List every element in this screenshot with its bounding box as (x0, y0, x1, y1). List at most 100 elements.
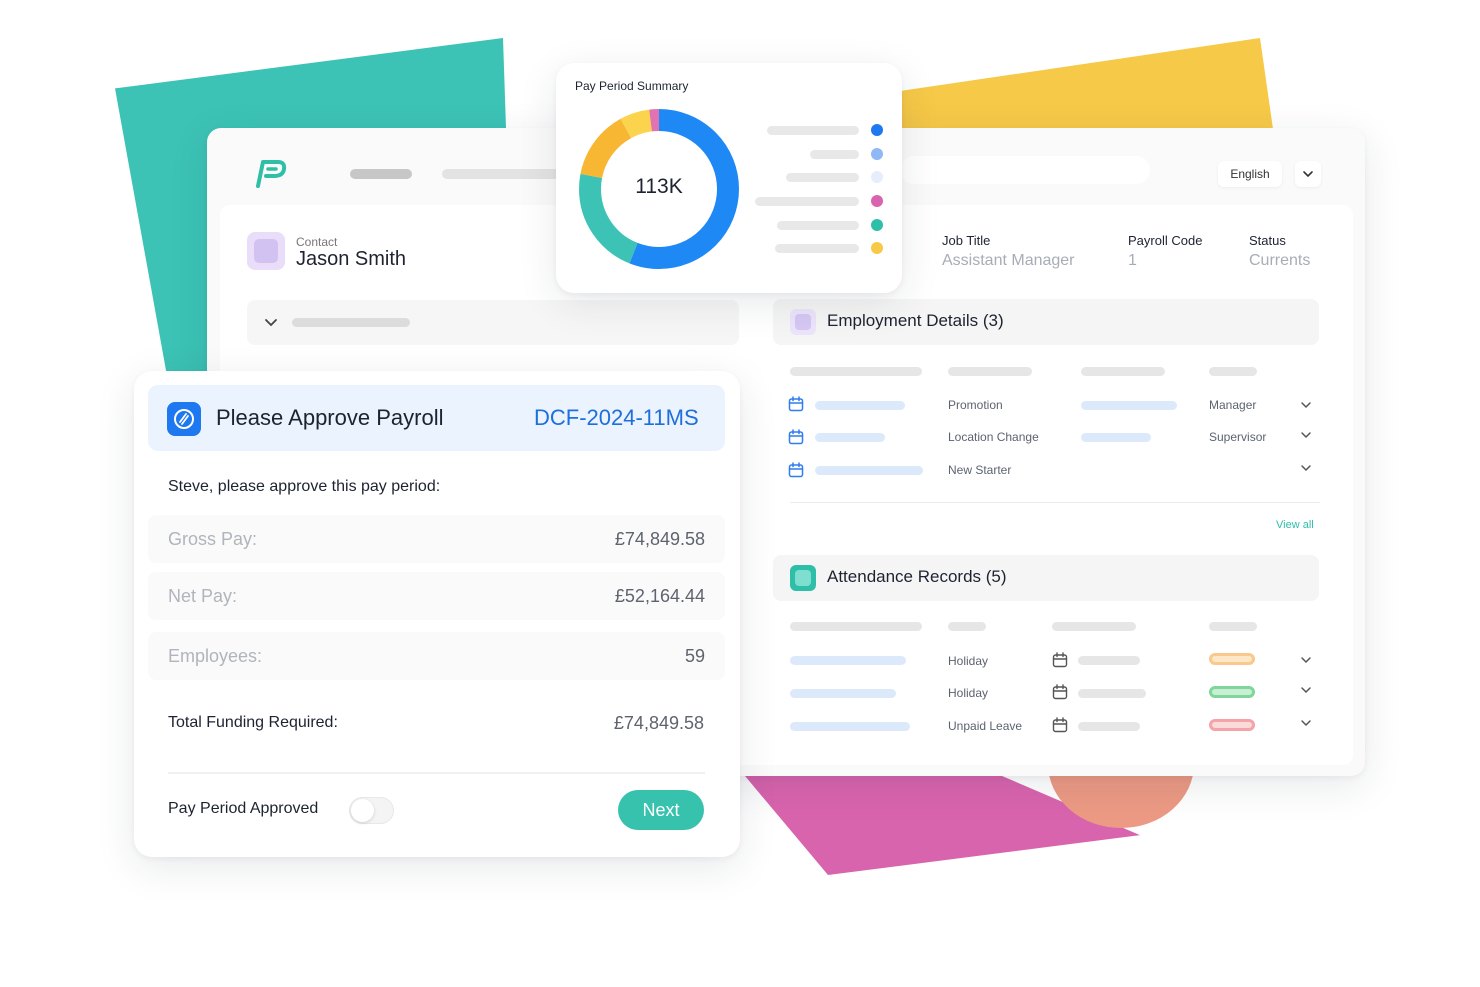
gross-pay-row: Gross Pay: £74,849.58 (148, 515, 725, 563)
payroll-code-label: Payroll Code (1128, 233, 1203, 248)
job-title-value: Assistant Manager (942, 252, 1075, 269)
pay-period-approved-label: Pay Period Approved (168, 800, 319, 817)
payroll-code-value: 1 (1128, 252, 1137, 269)
legend-dot (871, 195, 883, 207)
legend-dot (871, 242, 883, 254)
summary-title: Pay Period Summary (575, 79, 689, 93)
attendance-type: Unpaid Leave (948, 719, 1023, 733)
payroll-logo-icon (256, 160, 287, 188)
legend-dot (871, 171, 883, 183)
calendar-icon (788, 462, 804, 478)
calendar-icon (788, 396, 804, 412)
attendance-type: Holiday (948, 686, 989, 700)
chevron-down-icon[interactable] (1299, 716, 1313, 730)
text-placeholder (292, 318, 410, 327)
approve-title: Please Approve Payroll (216, 405, 444, 430)
calendar-icon (1052, 717, 1068, 733)
date-placeholder (1078, 656, 1140, 665)
job-title-label: Job Title (942, 233, 991, 248)
employees-row: Employees: 59 (148, 632, 725, 680)
attendance-icon (790, 565, 816, 591)
nav-placeholder[interactable] (442, 169, 562, 179)
legend-placeholder (767, 126, 859, 135)
divider (790, 502, 1320, 503)
date-placeholder (1078, 722, 1140, 731)
column-header-placeholder (1052, 622, 1136, 631)
employment-icon (790, 309, 816, 335)
status-value: Currents (1249, 252, 1311, 269)
employment-type: Location Change (948, 430, 1039, 444)
date-placeholder (815, 466, 923, 475)
chevron-down-icon[interactable] (1299, 398, 1313, 412)
date-placeholder (815, 401, 905, 410)
chevron-down-icon (1303, 171, 1313, 178)
legend-placeholder (755, 197, 859, 206)
employee-placeholder (790, 656, 906, 665)
employment-type: New Starter (948, 463, 1012, 477)
contact-label: Contact (296, 235, 338, 249)
date-placeholder (815, 433, 885, 442)
legend-placeholder (775, 244, 859, 253)
chevron-down-icon[interactable] (1299, 461, 1313, 475)
column-header-placeholder (790, 622, 922, 631)
gross-pay-label: Gross Pay: (168, 529, 258, 549)
status-badge (1209, 653, 1255, 665)
payroll-icon (167, 402, 201, 436)
view-all-link[interactable]: View all (1276, 519, 1314, 531)
collapsible-section[interactable] (247, 300, 739, 345)
column-header-placeholder (948, 367, 1032, 376)
total-funding-label: Total Funding Required: (168, 714, 338, 731)
employees-value: 59 (684, 646, 705, 666)
chevron-down-icon (265, 319, 277, 327)
divider (168, 772, 705, 774)
attendance-records-title: Attendance Records (5) (827, 567, 1007, 586)
legend-placeholder (786, 173, 859, 182)
legend-placeholder (777, 221, 859, 230)
summary-total-value: 113K (635, 175, 683, 198)
attendance-records-header[interactable]: Attendance Records (5) (773, 555, 1319, 601)
pay-period-approved-toggle[interactable] (349, 797, 394, 824)
employees-label: Employees: (168, 646, 263, 666)
coin-icon (174, 409, 194, 429)
legend-dot (871, 219, 883, 231)
contact-name: Jason Smith (296, 248, 407, 270)
value-placeholder (1081, 433, 1151, 442)
column-header-placeholder (1209, 367, 1257, 376)
date-placeholder (1078, 689, 1146, 698)
employee-placeholder (790, 689, 896, 698)
language-dropdown-button[interactable] (1295, 161, 1321, 187)
column-header-placeholder (790, 367, 922, 376)
column-header-placeholder (1081, 367, 1165, 376)
legend-dot (871, 148, 883, 160)
employment-role: Manager (1209, 398, 1257, 412)
total-funding-value: £74,849.58 (613, 713, 704, 733)
net-pay-value: £52,164.44 (614, 586, 705, 606)
column-header-placeholder (948, 622, 986, 631)
payroll-reference-code: DCF-2024-11MS (534, 405, 699, 430)
nav-placeholder[interactable] (350, 169, 412, 179)
net-pay-label: Net Pay: (168, 586, 238, 606)
search-input[interactable] (900, 156, 1150, 184)
calendar-icon (1052, 652, 1068, 668)
value-placeholder (1081, 401, 1177, 410)
net-pay-row: Net Pay: £52,164.44 (148, 572, 725, 620)
employment-details-header[interactable]: Employment Details (3) (773, 299, 1319, 345)
next-button[interactable]: Next (618, 790, 704, 830)
chevron-down-icon[interactable] (1299, 653, 1313, 667)
chevron-down-icon[interactable] (1299, 683, 1313, 697)
column-header-placeholder (1209, 622, 1257, 631)
legend-placeholder (810, 150, 859, 159)
legend-dot (871, 124, 883, 136)
status-badge (1209, 719, 1255, 731)
employee-placeholder (790, 722, 910, 731)
status-label: Status (1249, 233, 1286, 248)
avatar (247, 232, 285, 270)
language-select[interactable]: English (1218, 161, 1282, 187)
attendance-type: Holiday (948, 654, 989, 668)
chevron-down-icon[interactable] (1299, 428, 1313, 442)
toggle-knob (351, 799, 374, 822)
calendar-icon (1052, 684, 1068, 700)
employment-details-title: Employment Details (3) (827, 311, 1004, 330)
approve-subtitle: Steve, please approve this pay period: (168, 478, 441, 495)
employment-role: Supervisor (1209, 430, 1267, 444)
